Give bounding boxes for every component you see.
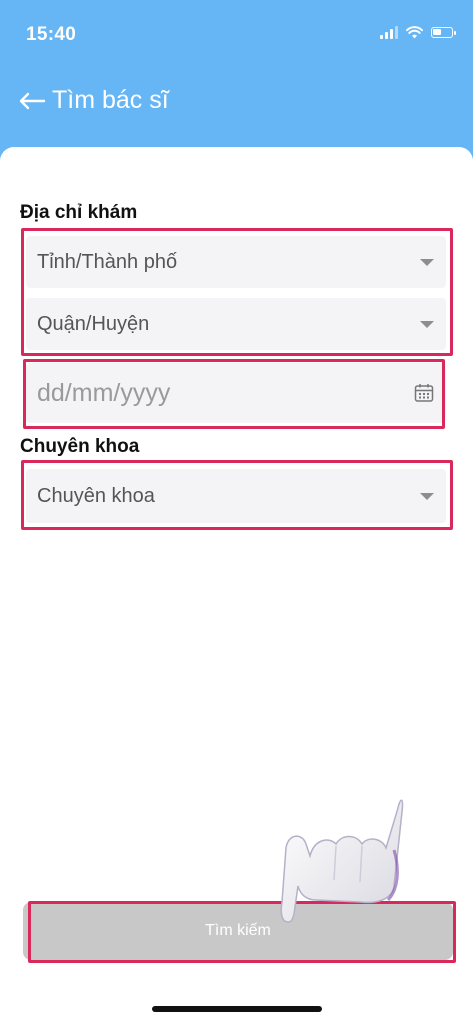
wifi-icon	[406, 26, 423, 39]
district-select[interactable]: Quận/Huyện	[26, 298, 446, 350]
district-select-value: Quận/Huyện	[37, 312, 150, 335]
address-label: Địa chỉ khám	[20, 202, 138, 223]
specialty-select[interactable]: Chuyên khoa	[26, 469, 446, 523]
search-button-label: Tìm kiếm	[205, 922, 271, 939]
date-input-placeholder: dd/mm/yyyy	[37, 378, 171, 407]
battery-icon	[431, 27, 456, 38]
pointing-hand-icon	[280, 799, 404, 923]
date-input[interactable]: dd/mm/yyyy	[26, 363, 446, 423]
arrow-left-icon	[19, 92, 46, 109]
signal-icon	[380, 26, 398, 39]
specialty-select-value: Chuyên khoa	[37, 484, 155, 507]
status-time: 15:40	[26, 24, 77, 45]
chevron-down-icon	[420, 493, 434, 500]
province-select[interactable]: Tỉnh/Thành phố	[26, 236, 446, 288]
chevron-down-icon	[420, 259, 434, 266]
home-indicator	[152, 1006, 322, 1012]
back-button[interactable]: Tìm bác sĩ	[18, 86, 169, 115]
app-header: 15:40 Tìm bác sĩ	[0, 0, 473, 160]
province-select-value: Tỉnh/Thành phố	[37, 250, 178, 273]
specialty-label: Chuyên khoa	[20, 436, 140, 457]
page-title: Tìm bác sĩ	[52, 86, 169, 114]
calendar-icon[interactable]	[414, 383, 434, 403]
chevron-down-icon	[420, 321, 434, 328]
status-icons	[380, 26, 456, 39]
